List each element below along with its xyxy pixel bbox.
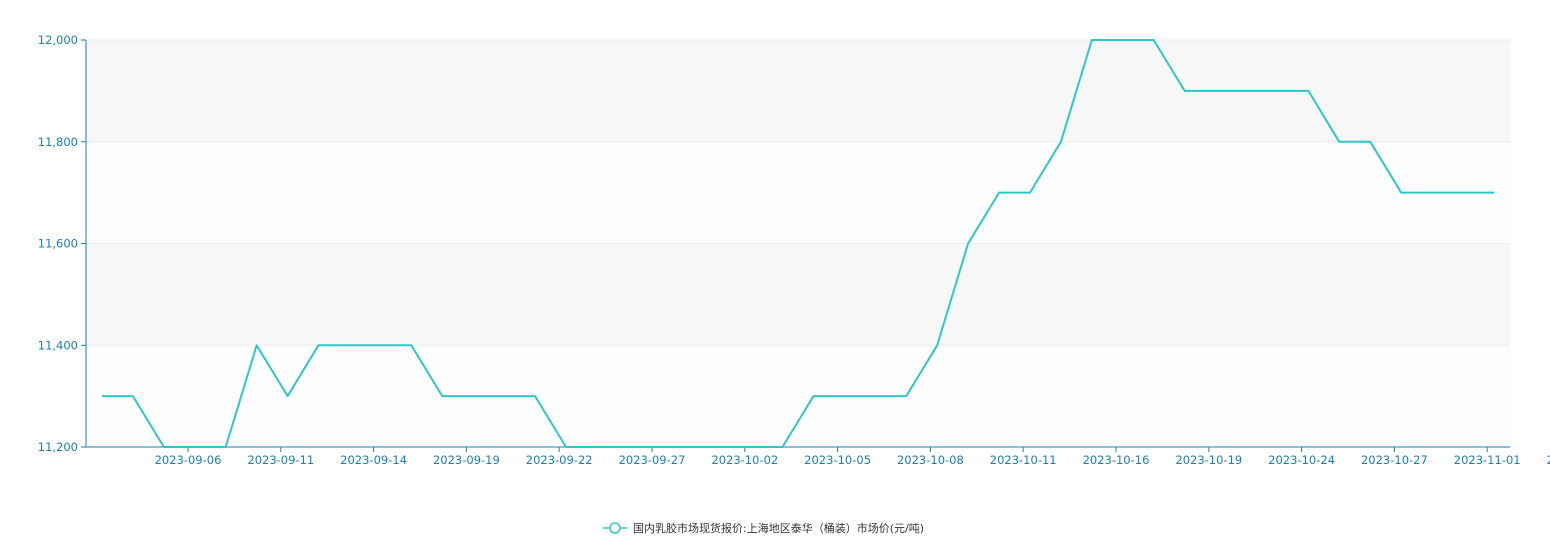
- data-point[interactable]: [502, 394, 506, 398]
- data-point[interactable]: [1028, 191, 1032, 195]
- data-point[interactable]: [1275, 89, 1279, 93]
- x-tick-label: 2023-09-22: [526, 453, 593, 467]
- y-tick-label: 12,000: [38, 33, 78, 47]
- data-point[interactable]: [378, 343, 382, 347]
- data-point[interactable]: [100, 394, 104, 398]
- data-point[interactable]: [564, 445, 568, 449]
- line-chart: 11,200 11,400 11,600 11,800 12,000 2023-09-06…: [38, 33, 1550, 535]
- grid-band: [86, 345, 1510, 447]
- data-point[interactable]: [347, 343, 351, 347]
- grid-band: [86, 141, 1510, 244]
- x-tick-label: 2023-10-16: [1083, 453, 1150, 467]
- data-point[interactable]: [224, 445, 228, 449]
- legend-marker-icon: [609, 522, 621, 534]
- x-tick-label: 2023-10-08: [897, 453, 964, 467]
- x-tick-label: 2023-11-01: [1454, 453, 1521, 467]
- data-point[interactable]: [317, 343, 321, 347]
- data-point[interactable]: [626, 445, 630, 449]
- x-tick-label: 2023-09-11: [247, 453, 314, 467]
- data-point[interactable]: [1368, 140, 1372, 144]
- data-point[interactable]: [1059, 140, 1063, 144]
- data-point[interactable]: [440, 394, 444, 398]
- data-point[interactable]: [1430, 191, 1434, 195]
- y-tick-label: 11,600: [38, 237, 78, 251]
- data-point[interactable]: [1492, 191, 1496, 195]
- data-point[interactable]: [719, 445, 723, 449]
- data-point[interactable]: [1461, 191, 1465, 195]
- data-point[interactable]: [162, 445, 166, 449]
- data-point[interactable]: [1245, 89, 1249, 93]
- data-point[interactable]: [1399, 191, 1403, 195]
- data-point[interactable]: [811, 394, 815, 398]
- data-point[interactable]: [1152, 38, 1156, 42]
- y-tick-label: 11,200: [38, 440, 78, 454]
- x-tick-label: 2023-10-05: [804, 453, 871, 467]
- data-point[interactable]: [1121, 38, 1125, 42]
- data-point[interactable]: [1306, 89, 1310, 93]
- x-tick-label: 2023-10-19: [1175, 453, 1242, 467]
- grid-band: [86, 243, 1510, 346]
- y-tick-label: 11,400: [38, 338, 78, 352]
- x-tick-label: 2023-10-27: [1361, 453, 1428, 467]
- data-point[interactable]: [1183, 89, 1187, 93]
- data-point[interactable]: [904, 394, 908, 398]
- data-point[interactable]: [533, 394, 537, 398]
- data-point[interactable]: [873, 394, 877, 398]
- x-tick-label: 2023-09-19: [433, 453, 500, 467]
- x-tick-label: 2023-10-02: [711, 453, 778, 467]
- x-tick-label: 2023-09-27: [619, 453, 686, 467]
- data-point[interactable]: [193, 445, 197, 449]
- x-tick-label: 2023-10-24: [1268, 453, 1335, 467]
- data-point[interactable]: [1337, 140, 1341, 144]
- data-point[interactable]: [131, 394, 135, 398]
- data-point[interactable]: [781, 445, 785, 449]
- data-point[interactable]: [935, 343, 939, 347]
- data-point[interactable]: [750, 445, 754, 449]
- data-point[interactable]: [966, 242, 970, 246]
- data-point[interactable]: [657, 445, 661, 449]
- y-tick-label: 11,800: [38, 135, 78, 149]
- data-point[interactable]: [471, 394, 475, 398]
- x-tick-label: 2023-09-14: [340, 453, 407, 467]
- data-point[interactable]: [688, 445, 692, 449]
- data-point[interactable]: [595, 445, 599, 449]
- legend-label: 国内乳胶市场现货报价:上海地区泰华（桶装）市场价(元/吨): [633, 521, 924, 535]
- data-point[interactable]: [286, 394, 290, 398]
- data-point[interactable]: [842, 394, 846, 398]
- data-point[interactable]: [255, 343, 259, 347]
- data-point[interactable]: [997, 191, 1001, 195]
- chart-container: 11,200 11,400 11,600 11,800 12,000 2023-09-06…: [0, 0, 1550, 547]
- data-point[interactable]: [1090, 38, 1094, 42]
- x-tick-label: 2023-10-11: [990, 453, 1057, 467]
- legend[interactable]: 国内乳胶市场现货报价:上海地区泰华（桶装）市场价(元/吨): [603, 521, 924, 535]
- data-point[interactable]: [1214, 89, 1218, 93]
- x-tick-label: 2023-09-06: [155, 453, 222, 467]
- data-point[interactable]: [409, 343, 413, 347]
- x-tick-label: 2023-11-06: [1547, 453, 1550, 467]
